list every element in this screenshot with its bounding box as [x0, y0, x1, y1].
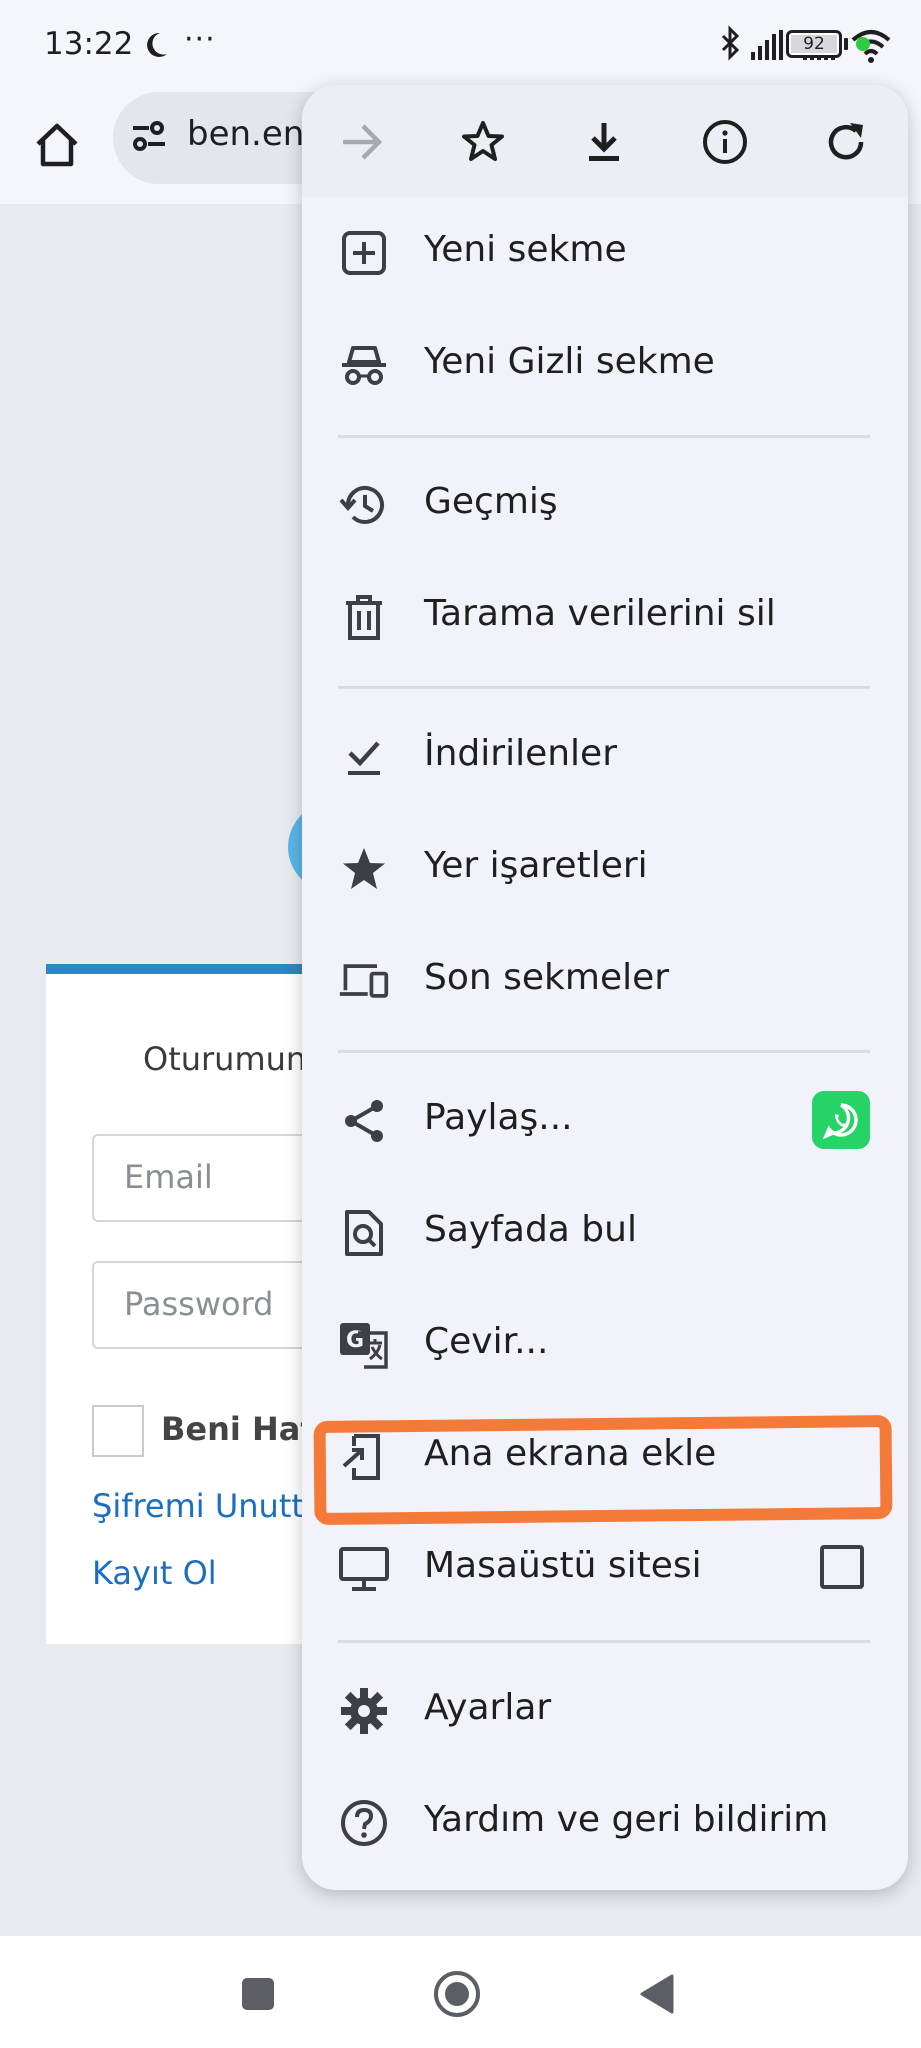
- menu-divider: [338, 435, 870, 438]
- menu-item-label: İndirilenler: [424, 733, 618, 774]
- trash-icon: [338, 591, 390, 643]
- menu-item-help[interactable]: Yardım ve geri bildirim: [302, 1767, 908, 1879]
- menu-item-label: Yeni sekme: [424, 229, 627, 270]
- site-settings-icon[interactable]: [129, 116, 169, 160]
- home-nav-button[interactable]: [429, 1966, 485, 2022]
- menu-item-desktop-site[interactable]: Masaüstü sitesi: [302, 1513, 908, 1625]
- history-icon: [338, 479, 390, 531]
- download-button[interactable]: [569, 107, 639, 177]
- bookmark-button[interactable]: [448, 107, 518, 177]
- incognito-icon: [338, 339, 390, 391]
- menu-divider: [338, 1050, 870, 1053]
- forward-icon: [343, 124, 383, 160]
- circle-home-icon: [434, 1971, 480, 2017]
- overflow-menu: Yeni sekme Yeni Gizli sekme Geçmiş Taram…: [302, 85, 908, 1890]
- register-link[interactable]: Kayıt Ol: [92, 1554, 217, 1592]
- help-icon: [338, 1797, 390, 1849]
- menu-item-label: Çevir...: [424, 1321, 549, 1362]
- devices-icon: [338, 955, 390, 1007]
- info-icon: [703, 120, 747, 164]
- home-button[interactable]: [26, 114, 88, 176]
- menu-item-clear-data[interactable]: Tarama verilerini sil: [302, 561, 908, 673]
- bluetooth-icon: [721, 25, 740, 61]
- system-nav-bar: [0, 1936, 921, 2048]
- remember-checkbox[interactable]: [92, 1405, 144, 1457]
- password-placeholder: Password: [124, 1285, 274, 1323]
- remember-label: Beni Hat: [161, 1410, 316, 1448]
- status-bar: 13:22 ··· 92: [0, 0, 921, 92]
- menu-item-label: Yardım ve geri bildirim: [424, 1799, 829, 1840]
- battery-level: 92: [803, 34, 825, 54]
- login-title: Oturumun: [143, 1040, 307, 1078]
- menu-item-incognito-tab[interactable]: Yeni Gizli sekme: [302, 309, 908, 421]
- forward-button[interactable]: [327, 107, 397, 177]
- active-dot-icon: [856, 37, 870, 51]
- whatsapp-share-button[interactable]: [812, 1091, 870, 1149]
- signal-icon: [751, 30, 783, 60]
- share-icon: [338, 1095, 390, 1147]
- menu-item-translate[interactable]: G Çevir...: [302, 1289, 908, 1401]
- highlight-annotation: [313, 1414, 893, 1526]
- download-icon: [589, 123, 619, 161]
- forgot-password-link[interactable]: Şifremi Unutt: [92, 1487, 304, 1525]
- refresh-button[interactable]: [811, 107, 881, 177]
- menu-divider: [338, 686, 870, 689]
- new-tab-icon: [338, 227, 390, 279]
- status-more-dots: ···: [184, 22, 216, 57]
- menu-item-label: Paylaş...: [424, 1097, 573, 1138]
- email-placeholder: Email: [124, 1158, 213, 1196]
- desktop-icon: [338, 1543, 390, 1595]
- menu-item-history[interactable]: Geçmiş: [302, 449, 908, 561]
- star-icon: [462, 121, 504, 161]
- menu-item-share[interactable]: Paylaş...: [302, 1065, 908, 1177]
- recents-button[interactable]: [230, 1966, 286, 2022]
- star-filled-icon: [338, 843, 390, 895]
- moon-icon: [144, 30, 170, 64]
- menu-item-label: Yer işaretleri: [424, 845, 648, 886]
- menu-item-find-in-page[interactable]: Sayfada bul: [302, 1177, 908, 1289]
- back-nav-button[interactable]: [628, 1966, 684, 2022]
- square-icon: [242, 1978, 274, 2010]
- menu-item-label: Tarama verilerini sil: [424, 593, 776, 634]
- menu-item-label: Masaüstü sitesi: [424, 1545, 702, 1586]
- find-in-page-icon: [338, 1207, 390, 1259]
- back-triangle-icon: [640, 1974, 674, 2014]
- menu-item-recent-tabs[interactable]: Son sekmeler: [302, 925, 908, 1037]
- menu-item-label: Ayarlar: [424, 1687, 552, 1728]
- menu-item-label: Yeni Gizli sekme: [424, 341, 715, 382]
- battery-icon: 92: [786, 30, 842, 58]
- translate-icon: G: [338, 1319, 390, 1371]
- settings-icon: [338, 1685, 390, 1737]
- menu-item-label: Sayfada bul: [424, 1209, 637, 1250]
- whatsapp-icon: [822, 1103, 858, 1140]
- refresh-icon: [828, 123, 864, 160]
- desktop-site-checkbox[interactable]: [820, 1545, 864, 1589]
- page-info-button[interactable]: [690, 107, 760, 177]
- url-text[interactable]: ben.en: [187, 114, 304, 154]
- menu-item-label: Son sekmeler: [424, 957, 670, 998]
- menu-item-new-tab[interactable]: Yeni sekme: [302, 197, 908, 309]
- menu-item-label: Geçmiş: [424, 481, 558, 522]
- menu-item-bookmarks[interactable]: Yer işaretleri: [302, 813, 908, 925]
- menu-item-settings[interactable]: Ayarlar: [302, 1655, 908, 1767]
- battery-tip: [844, 38, 848, 50]
- menu-item-downloads[interactable]: İndirilenler: [302, 701, 908, 813]
- status-time: 13:22: [44, 26, 134, 62]
- menu-divider: [338, 1640, 870, 1643]
- downloads-check-icon: [338, 731, 390, 783]
- menu-top-row: [302, 85, 908, 197]
- home-icon: [36, 123, 78, 167]
